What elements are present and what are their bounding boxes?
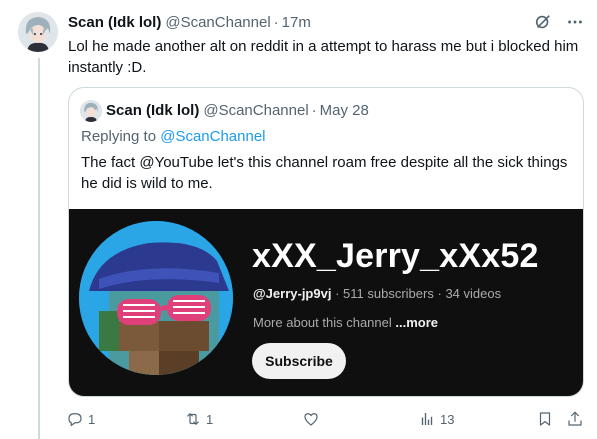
tweet-time[interactable]: 17m bbox=[282, 14, 311, 31]
more-icon[interactable] bbox=[565, 12, 585, 32]
quoted-separator: · bbox=[311, 102, 317, 119]
reply-count: 1 bbox=[88, 411, 96, 427]
subscriber-count: 511 subscribers bbox=[343, 286, 434, 301]
channel-about: More about this channel ...more bbox=[253, 315, 438, 330]
reply-button[interactable]: 1 bbox=[66, 408, 95, 430]
youtube-channel-card[interactable]: xXX_Jerry_xXx52 @Jerry-jp9vj · 511 subsc… bbox=[69, 209, 583, 396]
grok-icon[interactable] bbox=[533, 12, 553, 32]
replying-prefix: Replying to bbox=[81, 128, 157, 145]
like-button[interactable] bbox=[302, 408, 324, 430]
subscribe-button: Subscribe bbox=[252, 343, 346, 379]
views-count: 13 bbox=[440, 411, 455, 427]
author-handle[interactable]: @ScanChannel bbox=[165, 14, 270, 31]
channel-avatar-image bbox=[79, 221, 233, 375]
avatar[interactable] bbox=[18, 12, 58, 52]
meta-separator-2: · bbox=[437, 286, 442, 301]
quoted-tweet[interactable]: Scan (Idk lol) @ScanChannel · May 28 Rep… bbox=[68, 87, 584, 397]
thread-line bbox=[38, 58, 40, 439]
tweet-header: Scan (Idk lol) @ScanChannel · 17m bbox=[68, 12, 585, 32]
quoted-header: Scan (Idk lol) @ScanChannel · May 28 bbox=[106, 102, 369, 119]
quoted-author-name: Scan (Idk lol) bbox=[106, 102, 200, 119]
action-bar: 1 1 13 bbox=[66, 408, 586, 430]
meta-separator-1: · bbox=[335, 286, 340, 301]
retweet-icon bbox=[187, 413, 199, 425]
channel-name: xXX_Jerry_xXx52 bbox=[252, 237, 539, 275]
bookmark-button[interactable] bbox=[536, 408, 554, 430]
like-icon bbox=[304, 413, 318, 426]
separator-dot: · bbox=[273, 13, 279, 31]
views-button[interactable]: 13 bbox=[418, 408, 454, 430]
retweet-button[interactable]: 1 bbox=[184, 408, 213, 430]
quoted-author-handle: @ScanChannel bbox=[203, 102, 309, 119]
reply-icon bbox=[68, 413, 82, 426]
views-icon bbox=[421, 413, 433, 425]
quoted-date: May 28 bbox=[319, 102, 369, 119]
video-count: 34 videos bbox=[445, 286, 502, 301]
channel-meta: @Jerry-jp9vj · 511 subscribers · 34 vide… bbox=[253, 286, 501, 301]
share-button[interactable] bbox=[566, 408, 584, 430]
author-name[interactable]: Scan (Idk lol) bbox=[68, 14, 161, 31]
about-text: More about this channel bbox=[253, 315, 392, 330]
quoted-text: The fact @YouTube let's this channel roa… bbox=[81, 154, 568, 192]
retweet-count: 1 bbox=[206, 411, 214, 427]
bookmark-icon bbox=[539, 412, 551, 426]
quoted-avatar bbox=[80, 100, 102, 122]
channel-avatar bbox=[79, 221, 233, 375]
share-icon bbox=[568, 411, 582, 426]
quoted-avatar-image bbox=[80, 100, 102, 122]
avatar-image bbox=[18, 12, 58, 52]
replying-handle[interactable]: @ScanChannel bbox=[160, 128, 265, 145]
tweet-text: Lol he made another alt on reddit in a a… bbox=[68, 38, 579, 76]
replying-to: Replying to @ScanChannel bbox=[81, 128, 266, 145]
more-link: ...more bbox=[395, 315, 439, 330]
channel-handle: @Jerry-jp9vj bbox=[253, 286, 332, 301]
